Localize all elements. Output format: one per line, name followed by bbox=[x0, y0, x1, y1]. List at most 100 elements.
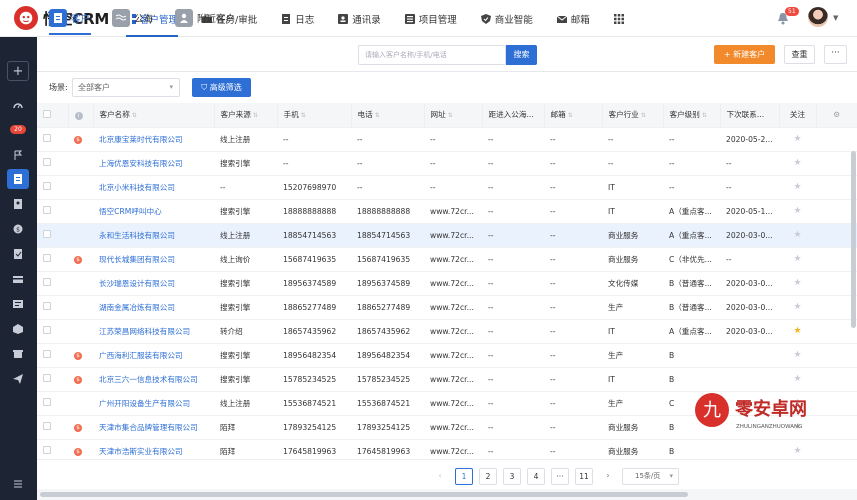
customer-name-cell[interactable]: 江苏荣昌网络科技有限公司 bbox=[93, 319, 214, 344]
page-button-4[interactable]: 4 bbox=[527, 468, 545, 485]
nav-project-management[interactable]: 项目管理 bbox=[404, 0, 457, 37]
row-checkbox[interactable] bbox=[43, 326, 51, 334]
follow-cell[interactable]: ★ bbox=[779, 199, 816, 224]
star-icon[interactable]: ★ bbox=[793, 254, 801, 264]
chevron-down-icon[interactable]: ▼ bbox=[833, 14, 838, 22]
star-icon[interactable]: ★ bbox=[793, 182, 801, 192]
row-checkbox[interactable] bbox=[43, 158, 51, 166]
checkbox-cell[interactable] bbox=[37, 127, 68, 152]
column-header[interactable]: 下次联系... bbox=[720, 103, 780, 128]
star-icon[interactable]: ★ bbox=[793, 158, 801, 168]
next-page-button[interactable]: › bbox=[599, 468, 617, 485]
scroll-thumb[interactable] bbox=[40, 492, 688, 497]
row-checkbox[interactable] bbox=[43, 278, 51, 286]
checkbox-cell[interactable] bbox=[37, 319, 68, 344]
scene-select[interactable]: 全部客户 ▾ bbox=[72, 78, 180, 97]
column-header[interactable]: 关注 bbox=[779, 103, 817, 128]
customer-name-cell[interactable]: 现代长城集团有限公司 bbox=[93, 247, 214, 272]
row-checkbox[interactable] bbox=[43, 374, 51, 382]
customer-name-cell[interactable]: 北京康宝莱时代有限公司 bbox=[93, 127, 214, 152]
star-icon[interactable]: ★ bbox=[793, 206, 801, 216]
star-icon[interactable]: ★ bbox=[793, 230, 801, 240]
nav-contacts[interactable]: 通讯录 bbox=[338, 0, 381, 37]
contract-icon[interactable] bbox=[11, 247, 25, 261]
table-row[interactable]: $ 天津市浩斯实业有限公司 陌拜 17645819963 17645819963 www.… bbox=[37, 439, 857, 459]
column-header[interactable]: 客户行业 ⇅ bbox=[602, 103, 664, 128]
row-checkbox[interactable] bbox=[43, 398, 51, 406]
tab-public-pool[interactable]: 公海 bbox=[112, 7, 153, 29]
row-checkbox[interactable] bbox=[43, 446, 51, 454]
customer-name-cell[interactable]: 北京三六一信息技术有限公司 bbox=[93, 367, 214, 392]
send-icon[interactable] bbox=[11, 372, 25, 386]
column-header[interactable]: 客户级别 ⇅ bbox=[663, 103, 721, 128]
table-row[interactable]: 上海优恩安科技有限公司 搜索引擎 -- -- -- -- -- -- -- -- ★ bbox=[37, 151, 857, 176]
more-button[interactable]: ··· bbox=[824, 45, 847, 64]
column-header[interactable]: 客户来源 ⇅ bbox=[214, 103, 278, 128]
search-button[interactable]: 搜索 bbox=[506, 45, 537, 65]
star-icon[interactable]: ★ bbox=[793, 278, 801, 288]
dedupe-button[interactable]: 查重 bbox=[784, 45, 815, 64]
money-icon[interactable]: $ bbox=[11, 222, 25, 236]
checkbox-cell[interactable] bbox=[37, 199, 68, 224]
table-row[interactable]: 长沙瑞恩设计有限公司 搜索引擎 18956374589 18956374589 www.… bbox=[37, 271, 857, 296]
table-row[interactable]: $ 广西海利汇服装有限公司 搜索引擎 18956482354 18956482354 ww… bbox=[37, 343, 857, 368]
follow-cell[interactable]: ★ bbox=[779, 127, 816, 152]
horizontal-scrollbar[interactable] bbox=[37, 489, 857, 500]
customer-name-cell[interactable]: 天津市浩斯实业有限公司 bbox=[93, 439, 214, 459]
quick-add-button[interactable]: + bbox=[7, 61, 29, 81]
follow-cell[interactable]: ★ bbox=[779, 439, 816, 459]
prev-page-button[interactable]: ‹ bbox=[431, 468, 449, 485]
flag-icon[interactable] bbox=[11, 148, 25, 162]
row-checkbox[interactable] bbox=[43, 230, 51, 238]
star-icon[interactable]: ★ bbox=[793, 134, 801, 144]
checkbox-cell[interactable] bbox=[37, 415, 68, 440]
column-settings-icon[interactable]: ⚙ bbox=[816, 103, 857, 128]
column-header[interactable]: 网址 ⇅ bbox=[424, 103, 483, 128]
table-row[interactable]: 湖南金属冶炼有限公司 搜索引擎 18865277489 18865277489 www.… bbox=[37, 295, 857, 320]
checkbox-cell[interactable] bbox=[37, 247, 68, 272]
star-icon[interactable]: ★ bbox=[793, 302, 801, 312]
dashboard-icon[interactable] bbox=[11, 98, 25, 112]
new-customer-button[interactable]: + 新建客户 bbox=[714, 45, 775, 64]
star-icon[interactable]: ★ bbox=[793, 326, 801, 336]
customer-name-cell[interactable]: 天津市集合品牌管理有限公司 bbox=[93, 415, 214, 440]
checkbox-cell[interactable] bbox=[37, 223, 68, 248]
customer-name-cell[interactable]: 广州开阳设备生产有限公司 bbox=[93, 391, 214, 416]
row-checkbox[interactable] bbox=[43, 254, 51, 262]
follow-cell[interactable]: ★ bbox=[779, 223, 816, 248]
table-row[interactable]: 北京小米科技有限公司 -- 15207698970 -- -- -- -- IT -- -- ★ bbox=[37, 175, 857, 200]
star-icon[interactable]: ★ bbox=[793, 446, 801, 456]
table-row[interactable]: 悟空CRM呼叫中心 搜索引擎 18888888888 18888888888 www.7… bbox=[37, 199, 857, 224]
customer-icon[interactable] bbox=[7, 169, 29, 189]
row-checkbox[interactable] bbox=[43, 182, 51, 190]
page-size-select[interactable]: 15条/页 ▾ bbox=[622, 468, 679, 485]
checkbox-cell[interactable] bbox=[37, 151, 68, 176]
nav-business-intelligence[interactable]: 商业智能 bbox=[480, 0, 533, 37]
checkbox-cell[interactable] bbox=[37, 343, 68, 368]
vertical-scrollbar[interactable] bbox=[851, 151, 856, 328]
page-button-3[interactable]: 3 bbox=[503, 468, 521, 485]
app-grid-button[interactable] bbox=[613, 0, 628, 37]
checkbox-cell[interactable] bbox=[37, 439, 68, 459]
checkbox-cell[interactable] bbox=[37, 175, 68, 200]
search-input[interactable]: 请输入客户名称/手机/电话 bbox=[358, 45, 506, 65]
column-header[interactable]: 距进入公海... bbox=[482, 103, 545, 128]
column-header[interactable]: 手机 ⇅ bbox=[277, 103, 352, 128]
follow-cell[interactable]: ★ bbox=[779, 295, 816, 320]
page-button-1[interactable]: 1 bbox=[455, 468, 473, 485]
nav-log[interactable]: 日志 bbox=[281, 0, 314, 37]
customer-name-cell[interactable]: 北京小米科技有限公司 bbox=[93, 175, 214, 200]
star-icon[interactable]: ★ bbox=[793, 350, 801, 360]
nav-mailbox[interactable]: 邮箱 bbox=[556, 0, 590, 37]
customer-name-cell[interactable]: 悟空CRM呼叫中心 bbox=[93, 199, 214, 224]
column-header[interactable]: 电话 ⇅ bbox=[351, 103, 425, 128]
column-header[interactable]: 邮箱 ⇅ bbox=[544, 103, 603, 128]
collapse-icon[interactable] bbox=[11, 477, 25, 491]
avatar[interactable] bbox=[808, 7, 828, 27]
page-ellipsis[interactable]: ··· bbox=[551, 468, 569, 485]
tab-customers[interactable]: 客户 bbox=[49, 7, 90, 29]
contact-card-icon[interactable] bbox=[11, 197, 25, 211]
star-icon[interactable]: ★ bbox=[793, 374, 801, 384]
product-icon[interactable] bbox=[11, 322, 25, 336]
table-row[interactable]: $ 现代长城集团有限公司 线上询价 15687419635 15687419635 www… bbox=[37, 247, 857, 272]
